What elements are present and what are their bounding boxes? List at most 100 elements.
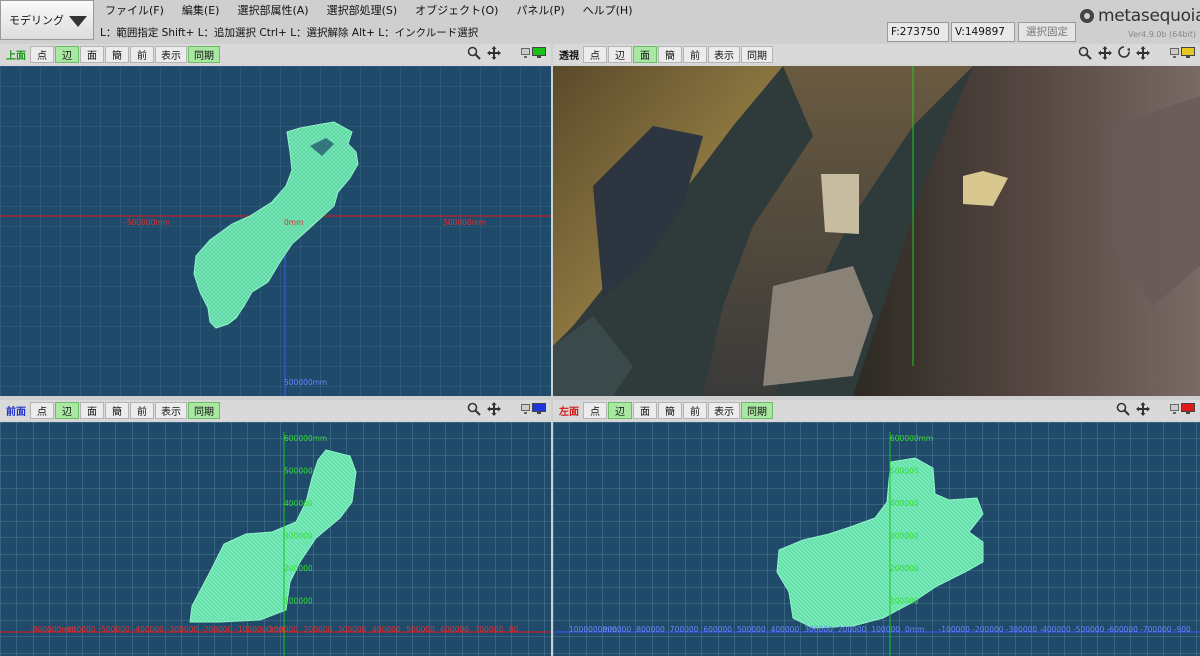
menu-item[interactable]: パネル(P) — [507, 2, 573, 18]
mode-selector[interactable]: モデリング — [0, 0, 94, 40]
tick-label: -300000 — [167, 625, 199, 634]
menu-item[interactable]: ファイル(F) — [96, 2, 173, 18]
tick-label: 600000mm — [284, 434, 327, 443]
tick-label: 200000 — [890, 564, 919, 573]
viewport-button[interactable]: 前 — [683, 45, 707, 63]
logo-icon — [1080, 9, 1094, 23]
viewport-label[interactable]: 上面 — [0, 47, 30, 62]
zoom-icon[interactable] — [467, 402, 481, 419]
tick-label: 800000 — [636, 625, 665, 634]
viewport-canvas-perspective[interactable] — [553, 66, 1200, 396]
tick-label: 400000 — [372, 625, 401, 634]
viewport-button[interactable]: 辺 — [608, 45, 632, 63]
viewport-button[interactable]: 面 — [633, 45, 657, 63]
viewport-button[interactable]: 簡 — [105, 401, 129, 419]
front-x-tick-labels: -800000mm-600000 -500000 -400000 -300000 -20… — [30, 625, 519, 634]
viewport-button[interactable]: 点 — [583, 45, 607, 63]
menu-item[interactable]: ヘルプ(H) — [574, 2, 642, 18]
viewport-canvas-front[interactable]: -800000mm -600000 -500000 -400000 -300000 -20… — [0, 422, 551, 656]
viewport-button[interactable]: 簡 — [105, 45, 129, 63]
viewport-label[interactable]: 前面 — [0, 403, 30, 418]
viewport-toolbar: 上面点辺面簡前表示 同期 — [0, 44, 551, 64]
monitor-icon[interactable] — [1170, 403, 1196, 418]
tick-label: 700000 — [475, 625, 504, 634]
move-icon[interactable] — [487, 46, 501, 63]
tick-label: 100000 — [871, 625, 900, 634]
zoom-icon[interactable] — [1078, 46, 1092, 63]
axis-label-x-pos: 500000mm — [443, 218, 486, 227]
viewport-top: 上面点辺面簡前表示 同期 -500000mm 0mm 500000mm 50000… — [0, 44, 551, 396]
viewport-button[interactable]: 表示 — [155, 45, 187, 63]
viewport-button[interactable]: 表示 — [708, 45, 740, 63]
tick-label: 600000mm — [890, 434, 933, 443]
viewport-button[interactable]: 面 — [80, 401, 104, 419]
viewport-button[interactable]: 簡 — [658, 401, 682, 419]
move-icon[interactable] — [487, 402, 501, 419]
tick-label: 300000 — [338, 625, 367, 634]
viewport-button[interactable]: 点 — [583, 401, 607, 419]
viewport-button[interactable]: 辺 — [55, 45, 79, 63]
app-logo: metasequoia4 Ver4.9.0b (64bit) — [1080, 6, 1200, 42]
monitor-icon[interactable] — [521, 47, 547, 62]
tick-label: 500000 — [284, 467, 313, 476]
viewport-tools — [467, 402, 547, 419]
viewport-button[interactable]: 表示 — [708, 401, 740, 419]
viewport-tools — [1078, 46, 1196, 63]
viewport-button[interactable]: 前 — [130, 45, 154, 63]
tick-label: 300000 — [284, 532, 313, 541]
viewport-button[interactable]: 表示 — [155, 401, 187, 419]
tick-label: 0mm — [905, 625, 924, 634]
tick-label: -100000 — [939, 625, 971, 634]
menu-item[interactable]: 編集(E) — [173, 2, 229, 18]
viewport-button[interactable]: 辺 — [608, 401, 632, 419]
version-label: Ver4.9.0b (64bit) — [1128, 30, 1196, 39]
viewport-button[interactable]: 前 — [130, 401, 154, 419]
tick-label: 400000 — [771, 625, 800, 634]
tick-label: -700000 — [1140, 625, 1172, 634]
menu-item[interactable]: 選択部処理(S) — [318, 2, 407, 18]
viewport-button[interactable]: 同期 — [188, 401, 220, 419]
monitor-icon[interactable] — [521, 403, 547, 418]
viewport-label[interactable]: 左面 — [553, 403, 583, 418]
mode-label: モデリング — [9, 14, 64, 27]
tick-label: -600000 — [1107, 625, 1139, 634]
viewport-button[interactable]: 簡 — [658, 45, 682, 63]
viewport-button[interactable]: 面 — [80, 45, 104, 63]
viewport-button[interactable]: 同期 — [188, 45, 220, 63]
menu-bar: ファイル(F) 編集(E) 選択部属性(A) 選択部処理(S) オブジェクト(O) パネル… — [96, 0, 896, 20]
light-patch — [821, 174, 859, 234]
menu-item[interactable]: オブジェクト(O) — [406, 2, 507, 18]
tick-label: 100000 — [269, 625, 298, 634]
viewport-button[interactable]: 辺 — [55, 401, 79, 419]
viewport-toolbar: 前面点辺面簡前表示 同期 — [0, 400, 551, 420]
viewport-button[interactable]: 面 — [633, 401, 657, 419]
viewport-button[interactable]: 点 — [30, 45, 54, 63]
viewport-button[interactable]: 点 — [30, 401, 54, 419]
tick-label: -300000 — [1006, 625, 1038, 634]
tick-label: 100000 — [284, 597, 313, 606]
move-icon[interactable] — [1098, 46, 1112, 63]
tick-label: 700000 — [670, 625, 699, 634]
tick-label: 400000 — [890, 499, 919, 508]
tick-label: 500000 — [890, 467, 919, 476]
menu-item[interactable]: 選択部属性(A) — [228, 2, 317, 18]
monitor-icon[interactable] — [1170, 47, 1196, 62]
viewport-perspective: 透視点辺面簡前表示 同期 — [553, 44, 1200, 396]
select-fix-button[interactable]: 選択固定 — [1018, 22, 1076, 42]
tick-label: 200000 — [304, 625, 333, 634]
viewport-canvas-left[interactable]: 100000 0mm 900000 800000 700000 600000 500000 4… — [553, 422, 1200, 656]
axis-label-y-pos: 500000mm — [284, 378, 327, 387]
viewport-button[interactable]: 同期 — [741, 45, 773, 63]
viewport-button[interactable]: 同期 — [741, 401, 773, 419]
viewport-button[interactable]: 前 — [683, 401, 707, 419]
move-icon[interactable] — [1136, 46, 1150, 63]
zoom-icon[interactable] — [467, 46, 481, 63]
tick-label: 500000 — [737, 625, 766, 634]
rotate-icon[interactable] — [1118, 46, 1130, 63]
viewport-canvas-top[interactable]: -500000mm 0mm 500000mm 500000mm — [0, 66, 551, 396]
axis-label-origin: 0mm — [284, 218, 303, 227]
move-icon[interactable] — [1136, 402, 1150, 419]
viewport-label[interactable]: 透視 — [553, 47, 583, 62]
tick-label: -400000 — [133, 625, 165, 634]
zoom-icon[interactable] — [1116, 402, 1130, 419]
